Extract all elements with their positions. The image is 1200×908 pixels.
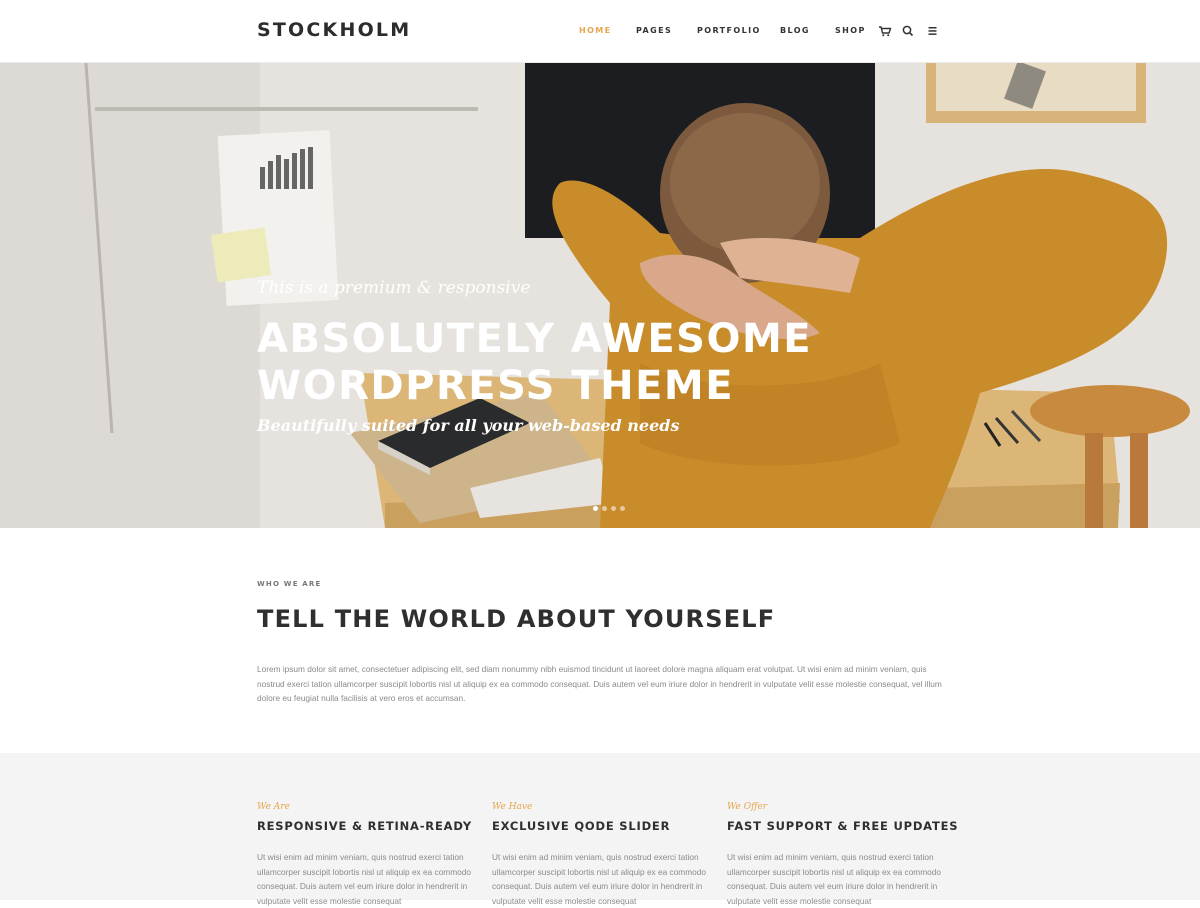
feature-kicker: We Are: [257, 802, 290, 812]
feature-text: Ut wisi enim ad minim veniam, quis nostr…: [492, 852, 706, 906]
menu-icon[interactable]: [926, 24, 940, 38]
feature-text: Ut wisi enim ad minim veniam, quis nostr…: [727, 852, 941, 906]
feature-kicker: We Offer: [727, 802, 768, 812]
about-title: TELL THE WORLD ABOUT YOURSELF: [257, 605, 776, 633]
hero-title-line-1: ABSOLUTELY AWESOME: [257, 316, 813, 362]
feature-title: FAST SUPPORT & FREE UPDATES: [727, 819, 959, 833]
site-header: STOCKHOLM HOME PAGES PORTFOLIO BLOG SHOP: [0, 0, 1200, 63]
cart-icon[interactable]: [878, 24, 892, 38]
hero-background-image: [0, 63, 1200, 528]
slider-dot-3[interactable]: [611, 506, 616, 511]
hero-subtitle: Beautifully suited for all your web-base…: [257, 416, 680, 435]
feature-text: Ut wisi enim ad minim veniam, quis nostr…: [257, 852, 471, 906]
nav-item-home[interactable]: HOME: [579, 26, 612, 35]
feature-column-2: We Have EXCLUSIVE QODE SLIDER Ut wisi en…: [492, 802, 707, 908]
hero-kicker: This is a premium & responsive: [257, 278, 531, 298]
feature-title: EXCLUSIVE QODE SLIDER: [492, 819, 671, 833]
slider-dot-1[interactable]: [593, 506, 598, 511]
features-section: We Are RESPONSIVE & RETINA-READY Ut wisi…: [0, 753, 1200, 906]
nav-item-portfolio[interactable]: PORTFOLIO: [697, 26, 761, 35]
hero-title-line-2: WORDPRESS THEME: [257, 363, 735, 409]
about-label: WHO WE ARE: [257, 580, 322, 588]
nav-item-pages[interactable]: PAGES: [636, 26, 672, 35]
about-text: Lorem ipsum dolor sit amet, consectetuer…: [257, 664, 942, 703]
feature-column-1: We Are RESPONSIVE & RETINA-READY Ut wisi…: [257, 802, 472, 908]
about-section: WHO WE ARE TELL THE WORLD ABOUT YOURSELF…: [0, 528, 1200, 753]
feature-column-3: We Offer FAST SUPPORT & FREE UPDATES Ut …: [727, 802, 959, 908]
feature-title: RESPONSIVE & RETINA-READY: [257, 819, 472, 833]
slider-dot-4[interactable]: [620, 506, 625, 511]
search-icon[interactable]: [901, 24, 915, 38]
hero-slider: This is a premium & responsive ABSOLUTEL…: [0, 63, 1200, 528]
feature-kicker: We Have: [492, 802, 533, 812]
slider-pagination: [593, 506, 625, 511]
nav-item-shop[interactable]: SHOP: [835, 26, 866, 35]
nav-item-blog[interactable]: BLOG: [780, 26, 810, 35]
site-logo[interactable]: STOCKHOLM: [257, 19, 411, 41]
hero-title: ABSOLUTELY AWESOME WORDPRESS THEME: [257, 316, 812, 410]
slider-dot-2[interactable]: [602, 506, 607, 511]
